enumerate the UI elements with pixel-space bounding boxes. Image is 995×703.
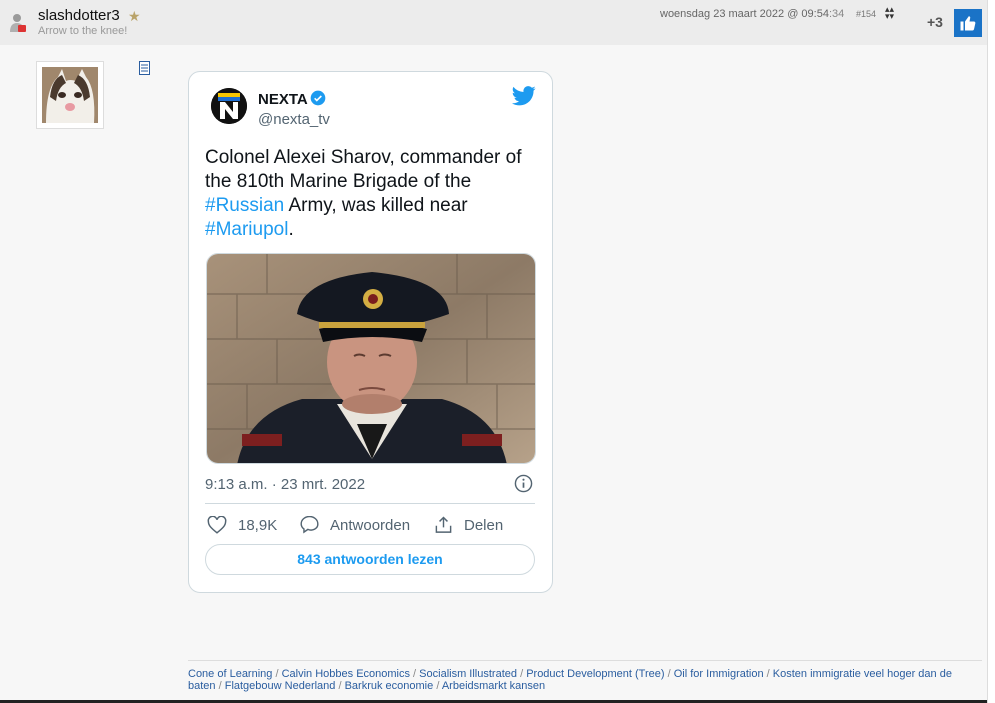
footer-link[interactable]: Arbeidsmarkt kansen [442,680,545,692]
embedded-tweet[interactable]: NEXTA @nexta_tv Colonel Alexei Sharov, c… [188,71,553,593]
star-icon[interactable]: ★ [128,8,141,25]
username-link[interactable]: slashdotter3 [38,7,120,24]
score-value: +3 [927,14,943,30]
comment-header: slashdotter3 ★ Arrow to the knee! woensd… [0,0,987,45]
signature-links: Cone of Learning / Calvin Hobbes Economi… [188,660,982,692]
divider [205,503,535,504]
hashtag-link[interactable]: #Mariupol [205,219,288,240]
footer-link[interactable]: Socialism Illustrated [419,668,517,680]
like-button[interactable] [954,9,982,37]
user-icon [10,14,26,32]
twitter-bird-icon[interactable] [512,86,536,106]
share-label: Delen [464,516,504,534]
tweet-photo[interactable] [206,253,536,464]
info-icon[interactable] [514,474,533,493]
like-count: 18,9K [238,516,278,534]
footer-link[interactable]: Product Development (Tree) [526,668,664,680]
footer-link[interactable]: Cone of Learning [188,668,272,680]
share-icon [435,516,452,533]
thumbs-up-icon [960,16,976,31]
read-replies-button[interactable]: 843 antwoorden lezen [205,544,535,575]
expand-collapse-icon[interactable]: ▴▴ ▾▾ [885,5,894,21]
hashtag-link[interactable]: #Russian [205,195,284,216]
share-action[interactable]: Delen [434,516,503,534]
tweet-handle[interactable]: @nexta_tv [258,111,330,128]
post-number-link[interactable]: #154 [856,9,876,19]
heart-icon [207,516,227,534]
reply-action[interactable]: Antwoorden [300,516,410,534]
post-date: woensdag 23 maart 2022 @ 09:54:34 [660,8,845,20]
tweet-timestamp[interactable]: 9:13 a.m. · 23 mrt. 2022 [205,476,365,493]
footer-link[interactable]: Flatgebouw Nederland [225,680,336,692]
avatar [36,61,104,129]
tweet-text: Colonel Alexei Sharov, commander of the … [205,147,522,240]
document-icon[interactable] [139,61,150,75]
like-action[interactable]: 18,9K [207,516,277,534]
scrollbar[interactable] [987,0,995,703]
footer-link[interactable]: Calvin Hobbes Economics [282,668,410,680]
reply-label: Antwoorden [330,516,411,534]
footer-link[interactable]: Barkruk economie [345,680,434,692]
footer-link[interactable]: Oil for Immigration [674,668,764,680]
user-tagline: Arrow to the knee! [38,25,128,37]
nexta-logo[interactable] [211,88,247,124]
reply-icon [300,516,319,534]
tweet-author-name[interactable]: NEXTA [258,91,308,108]
verified-badge-icon [310,90,326,106]
